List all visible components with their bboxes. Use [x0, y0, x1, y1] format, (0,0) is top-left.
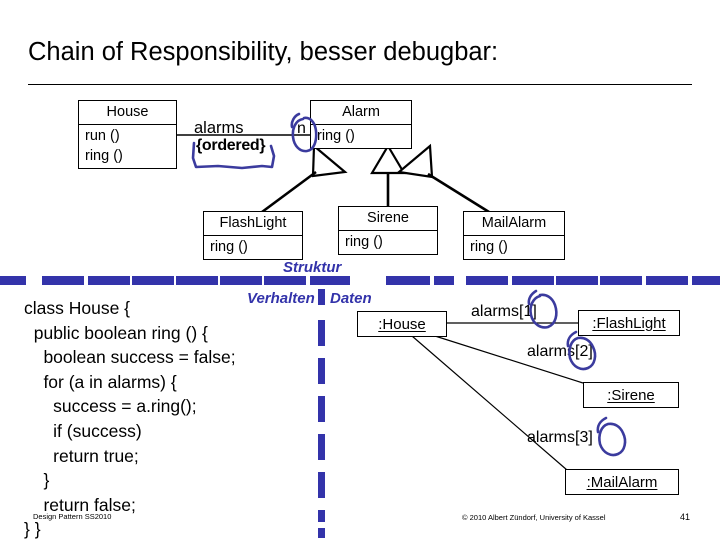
- footer-copyright: © 2010 Albert Zündorf, University of Kas…: [462, 513, 606, 522]
- footer-course-label: Design Pattern SS2010: [33, 512, 112, 521]
- ink-circle-index-3: [598, 422, 627, 457]
- handwritten-ink-annotations: [191, 112, 627, 457]
- ink-circle-multiplicity: [291, 116, 318, 153]
- footer-page-number: 41: [680, 512, 691, 522]
- ink-bracket-ordered: [191, 141, 276, 170]
- slide-canvas: Chain of Responsibility, besser debugbar…: [0, 0, 720, 540]
- ink-circle-index-2: [568, 336, 597, 371]
- ink-circle-index-1: [529, 293, 558, 329]
